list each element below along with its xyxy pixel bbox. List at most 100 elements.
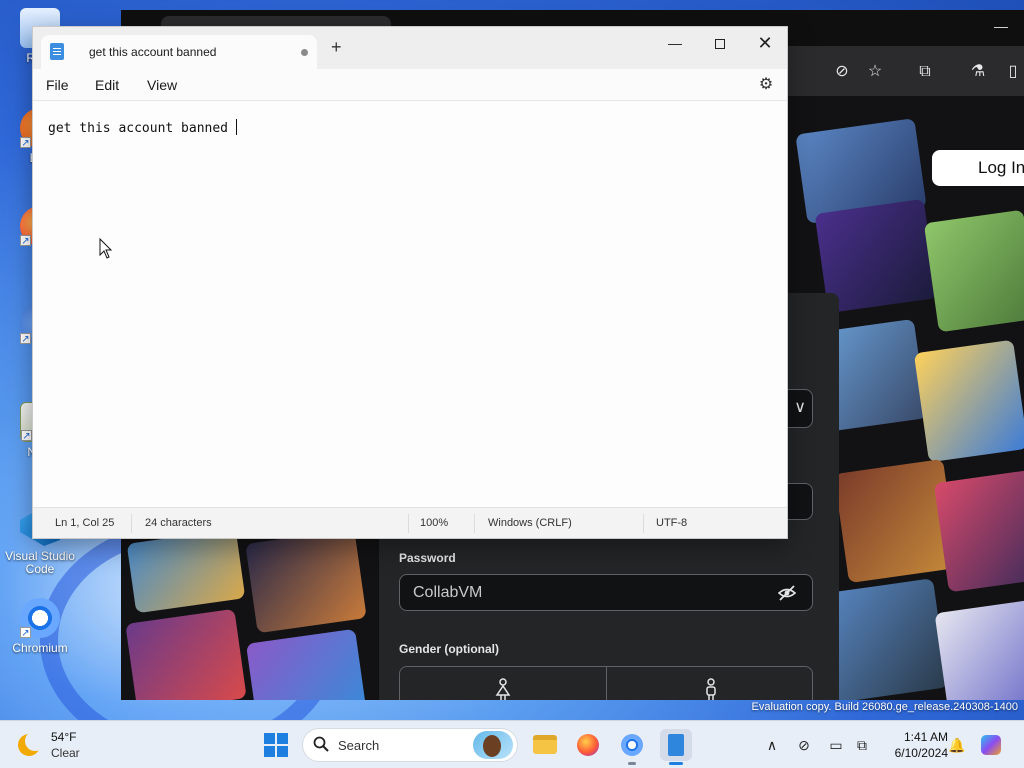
running-indicator <box>628 762 636 765</box>
notepad-text-line: get this account banned <box>48 119 237 136</box>
moon-icon <box>18 731 45 756</box>
taskbar-search-box[interactable]: Search <box>302 728 518 762</box>
desktop-icon-label: Visual Studio Code <box>5 549 75 576</box>
mouse-pointer-icon <box>99 238 113 259</box>
taskbar: 54°F Clear Search ∧ ⊘ ▭ ⧉ 1:41 AM 6/10/2… <box>0 720 1024 768</box>
notepad-menubar: File Edit View ⚙ <box>33 69 787 101</box>
status-encoding[interactable]: UTF-8 <box>656 517 687 529</box>
weather-condition: Clear <box>51 746 80 760</box>
login-button[interactable]: Log In <box>932 150 1024 186</box>
notepad-app-icon <box>50 43 64 60</box>
minimize-button[interactable]: — <box>652 27 698 59</box>
shortcut-arrow-icon: ↗ <box>20 137 31 149</box>
weather-temperature: 54°F <box>51 730 77 744</box>
menu-view[interactable]: View <box>147 77 177 93</box>
notepad-text-area[interactable]: get this account banned <box>33 102 787 508</box>
game-art-tile <box>913 339 1024 463</box>
copilot-icon[interactable] <box>981 735 1001 755</box>
weather-widget[interactable]: 54°F Clear <box>18 729 98 761</box>
search-label: Search <box>338 738 380 753</box>
notepad-tab[interactable]: get this account banned <box>41 35 317 69</box>
settings-gear-icon[interactable]: ⚙ <box>757 76 775 94</box>
game-art-tile <box>923 209 1024 333</box>
notepad-window: get this account banned + — ✕ File Edit … <box>32 26 788 539</box>
game-art-tile <box>245 628 367 700</box>
network-disconnected-icon[interactable]: ⊘ <box>794 735 814 755</box>
windows-logo-pane <box>264 746 275 757</box>
unsaved-dot-icon[interactable] <box>301 49 308 56</box>
lab-flask-icon[interactable]: ⚗ <box>968 62 988 82</box>
shortcut-arrow-icon: ↗ <box>20 235 31 247</box>
gender-female-button[interactable] <box>400 667 607 700</box>
chromium-icon <box>621 734 643 756</box>
notepad-tab-title: get this account banned <box>89 45 217 59</box>
windows-logo-pane <box>277 746 288 757</box>
chevron-down-icon: ∨ <box>794 399 806 416</box>
status-characters: 24 characters <box>145 517 212 529</box>
game-art-tile <box>245 528 367 634</box>
shortcut-arrow-icon: ↗ <box>20 627 31 639</box>
status-line-ending[interactable]: Windows (CRLF) <box>488 517 572 529</box>
male-icon <box>705 677 716 700</box>
notepad-content: get this account banned <box>48 121 236 136</box>
browser-minimize-button[interactable]: — <box>994 18 1008 34</box>
notification-bell-icon[interactable]: 🔔 <box>947 735 967 755</box>
clock-time: 1:41 AM <box>903 730 948 744</box>
text-caret <box>235 119 237 135</box>
start-button[interactable] <box>264 733 288 757</box>
game-art-tile <box>126 528 246 614</box>
running-indicator <box>669 762 683 765</box>
game-art-tile <box>934 599 1024 700</box>
close-button[interactable]: ✕ <box>742 27 788 59</box>
taskbar-chromium[interactable] <box>616 729 648 765</box>
new-tab-button[interactable]: + <box>331 38 342 56</box>
clock-date: 6/10/2024 <box>894 746 948 760</box>
extensions-icon[interactable]: ⧉ <box>915 62 935 82</box>
menu-edit[interactable]: Edit <box>95 77 119 93</box>
eye-off-icon[interactable]: ⊘ <box>832 62 852 82</box>
maximize-button[interactable] <box>697 27 743 59</box>
shortcut-arrow-icon: ↗ <box>20 333 31 345</box>
taskbar-firefox[interactable] <box>572 729 604 761</box>
chromium-icon: ↗ <box>20 598 60 639</box>
status-position: Ln 1, Col 25 <box>55 517 115 529</box>
password-value: CollabVM <box>413 584 483 601</box>
gender-label: Gender (optional) <box>399 642 499 656</box>
display-icon[interactable]: ▭ <box>826 735 846 755</box>
firefox-icon <box>577 734 599 756</box>
game-art-tile <box>125 608 247 700</box>
taskbar-file-explorer[interactable] <box>529 729 561 761</box>
status-zoom[interactable]: 100% <box>420 517 448 529</box>
star-icon[interactable]: ☆ <box>865 62 885 82</box>
password-input[interactable]: CollabVM <box>399 574 813 611</box>
hide-password-icon[interactable] <box>777 584 797 602</box>
connected-devices-icon[interactable]: ⧉ <box>852 735 872 755</box>
notepad-titlebar[interactable]: get this account banned + — ✕ <box>33 27 787 69</box>
maximize-icon <box>715 39 725 50</box>
search-icon <box>313 736 331 754</box>
status-divider <box>643 514 644 533</box>
status-divider <box>131 514 132 533</box>
password-label: Password <box>399 551 456 565</box>
shortcut-arrow-icon: ↗ <box>21 430 32 442</box>
notepad-statusbar: Ln 1, Col 25 24 characters 100% Windows … <box>33 507 787 538</box>
windows-logo-pane <box>277 733 288 744</box>
windows-logo-icon <box>264 733 275 744</box>
menu-file[interactable]: File <box>46 77 69 93</box>
desktop-icon-chromium[interactable]: ↗ Chromium <box>0 598 80 655</box>
taskbar-clock[interactable]: 1:41 AM 6/10/2024 <box>882 729 948 761</box>
gender-toggle-group <box>399 666 813 700</box>
female-icon <box>495 677 511 700</box>
game-art-tile <box>933 469 1024 593</box>
show-hidden-icons-chevron-icon[interactable]: ∧ <box>762 735 782 755</box>
search-highlight-image <box>473 731 513 759</box>
status-divider <box>408 514 409 533</box>
desktop-icon-label: Chromium <box>12 641 68 655</box>
notepad-icon <box>668 734 684 756</box>
folder-icon <box>533 735 557 754</box>
sidepanel-icon[interactable]: ▯ <box>1003 62 1023 82</box>
evaluation-watermark: Evaluation copy. Build 26080.ge_release.… <box>751 701 1018 713</box>
gender-male-button[interactable] <box>607 667 812 700</box>
status-divider <box>474 514 475 533</box>
taskbar-notepad[interactable] <box>660 729 692 765</box>
